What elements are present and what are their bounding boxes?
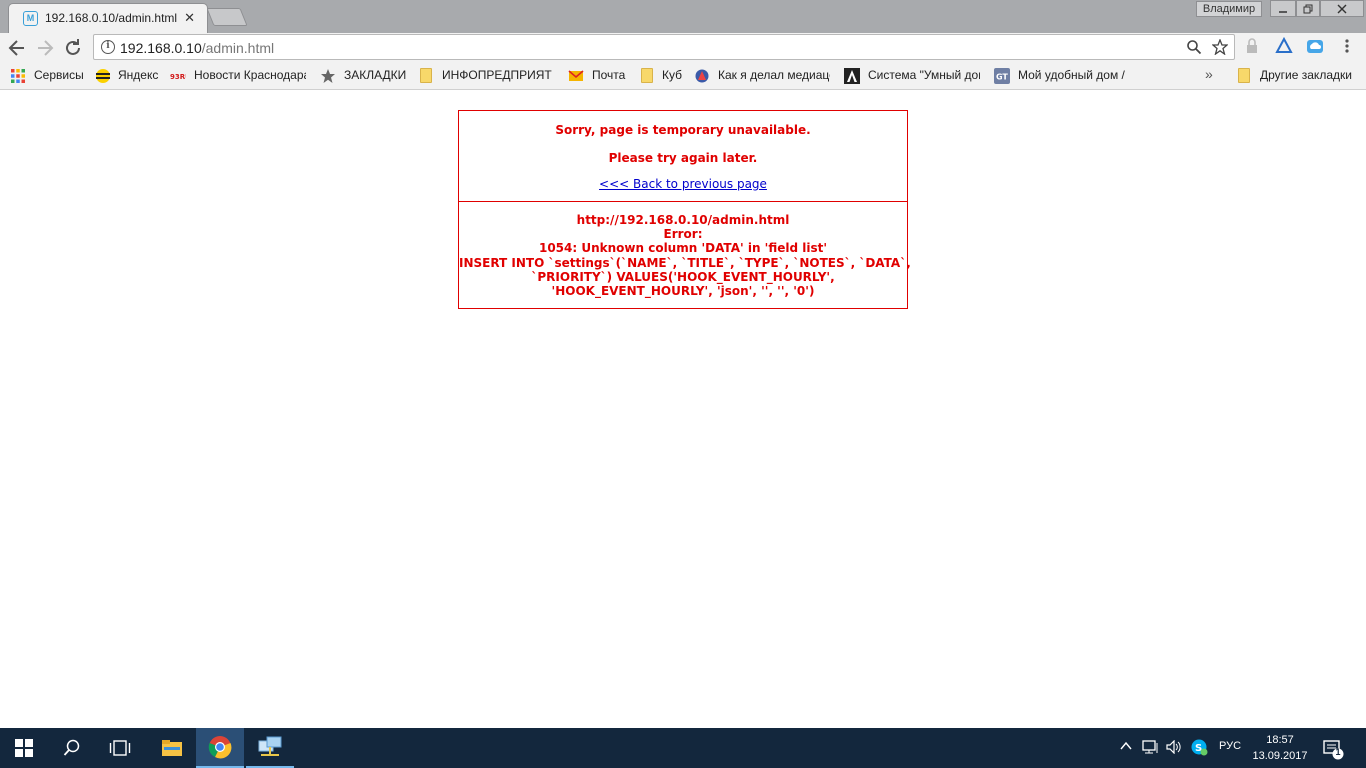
error-details-panel: http://192.168.0.10/admin.html Error: 10… (459, 213, 911, 299)
unavailable-message: Sorry, page is temporary unavailable. (555, 123, 811, 137)
speaker-icon (1166, 739, 1181, 755)
close-icon (1337, 4, 1347, 13)
chrome-button[interactable] (196, 728, 244, 768)
reload-icon (66, 39, 80, 55)
start-button[interactable] (0, 728, 48, 768)
bookmark-smart-home[interactable]: Система "Умный дом" (868, 68, 980, 84)
action-center-button[interactable]: 1 (1322, 738, 1344, 760)
skype-tray-button[interactable]: S (1190, 738, 1208, 759)
volume-tray-button[interactable] (1166, 739, 1182, 757)
close-window-button[interactable] (1320, 0, 1364, 17)
profile-button[interactable]: Владимир (1196, 1, 1262, 17)
sql-line: INSERT INTO `settings`(`NAME`, `TITLE`, … (459, 255, 911, 270)
bookmark-krasnodar-news[interactable]: Новости Краснодара (194, 68, 306, 84)
arrow-left-icon (8, 40, 24, 56)
network-icon (1142, 740, 1158, 754)
error-label: Error: (663, 227, 703, 242)
show-hidden-icons-button[interactable] (1120, 740, 1132, 754)
page-content: Sorry, page is temporary unavailable. Pl… (0, 90, 1366, 728)
tab-strip: M 192.168.0.10/admin.html ✕ Владимир (0, 0, 1366, 33)
arrow-right-icon (38, 40, 54, 56)
clock[interactable]: 18:57 13.09.2017 (1250, 732, 1310, 764)
alice-extension-icon[interactable] (1275, 37, 1293, 55)
news-logo-icon: 93RU (170, 73, 186, 81)
browser-toolbar: i 192.168.0.10/admin.html (0, 33, 1366, 62)
restore-icon (1303, 4, 1313, 13)
bookmark-pochta[interactable]: Почта (592, 68, 628, 84)
chevron-up-icon (1120, 741, 1132, 750)
network-app-icon (258, 736, 282, 756)
tab-title: 192.168.0.10/admin.html (45, 11, 178, 25)
reload-button[interactable] (62, 37, 84, 59)
file-explorer-button[interactable] (148, 728, 196, 768)
info-icon[interactable]: i (101, 40, 115, 54)
folder-icon (162, 740, 182, 756)
tab-favicon-icon: M (23, 11, 38, 26)
sql-line: 'HOOK_EVENT_HOURLY', 'json', '', '', '0'… (551, 284, 815, 299)
bookmark-services[interactable]: Сервисы (34, 68, 86, 84)
notification-count: 1 (1335, 747, 1341, 757)
bookmark-other[interactable]: Другие закладки (1260, 68, 1360, 84)
task-view-button[interactable] (96, 728, 144, 768)
url-text[interactable]: 192.168.0.10/admin.html (120, 40, 274, 56)
search-icon (63, 739, 80, 756)
back-link[interactable]: <<< Back to previous page (459, 177, 907, 191)
site-icon (695, 69, 709, 83)
error-url: http://192.168.0.10/admin.html (576, 213, 790, 227)
bookmarks-bar: Сервисы Яндекс 93RU Новости Краснодара З… (0, 62, 1366, 90)
bookmark-star-icon[interactable] (1212, 39, 1228, 55)
bookmark-yandex[interactable]: Яндекс (118, 68, 160, 84)
search-button[interactable] (48, 728, 96, 768)
apps-grid-icon (11, 69, 25, 83)
menu-icon[interactable] (1338, 37, 1356, 55)
address-bar[interactable]: i 192.168.0.10/admin.html (93, 34, 1235, 60)
clock-date: 13.09.2017 (1252, 750, 1308, 762)
forward-button[interactable] (34, 37, 56, 59)
network-app-button[interactable] (246, 728, 294, 768)
bookmark-mediacenter[interactable]: Как я делал медиаце (718, 68, 830, 84)
letter-a-icon (844, 68, 860, 84)
minimize-button[interactable] (1270, 0, 1296, 17)
language-indicator[interactable]: РУС (1219, 740, 1241, 752)
network-tray-button[interactable] (1142, 740, 1160, 757)
folder-icon (641, 68, 653, 83)
error-code: 1054: Unknown column 'DATA' in 'field li… (538, 241, 828, 256)
folder-icon (1238, 68, 1250, 83)
restore-button[interactable] (1296, 0, 1320, 17)
back-button[interactable] (6, 37, 28, 59)
lock-extension-icon[interactable] (1243, 37, 1261, 55)
bookmarks-overflow-button[interactable]: » (1205, 66, 1213, 82)
bookmark-zakladki[interactable]: ЗАКЛАДКИ (344, 68, 408, 84)
browser-tab[interactable]: M 192.168.0.10/admin.html ✕ (8, 3, 208, 33)
error-message-panel: Sorry, page is temporary unavailable. Pl… (459, 111, 907, 202)
task-view-icon (109, 740, 131, 756)
tab-close-icon[interactable]: ✕ (184, 10, 195, 26)
new-tab-button[interactable] (206, 8, 248, 26)
folder-icon (420, 68, 432, 83)
star-icon (321, 69, 335, 83)
error-box: Sorry, page is temporary unavailable. Pl… (458, 110, 911, 309)
bookmark-infopredpriyatie[interactable]: ИНФОПРЕДПРИЯТИЕ (442, 68, 552, 84)
skype-icon: S (1191, 739, 1208, 756)
gt-icon: GT (994, 68, 1010, 84)
chrome-icon (208, 736, 232, 759)
bookmark-comfortable-home[interactable]: Мой удобный дом / (1018, 68, 1132, 84)
mail-icon (568, 70, 584, 81)
taskbar: S РУС 18:57 13.09.2017 1 (0, 728, 1366, 768)
retry-message: Please try again later. (608, 151, 758, 165)
minimize-icon (1279, 10, 1287, 13)
bookmark-kub[interactable]: Куб (662, 68, 686, 84)
zoom-icon[interactable] (1186, 39, 1202, 55)
svg-text:GT: GT (996, 73, 1008, 82)
svg-text:93RU: 93RU (170, 73, 186, 81)
clock-time: 18:57 (1266, 734, 1294, 746)
windows-logo-icon (15, 739, 33, 757)
sql-line: `PRIORITY`) VALUES('HOOK_EVENT_HOURLY', (531, 269, 835, 284)
beeline-icon (96, 69, 110, 83)
cloud-extension-icon[interactable] (1306, 37, 1324, 55)
